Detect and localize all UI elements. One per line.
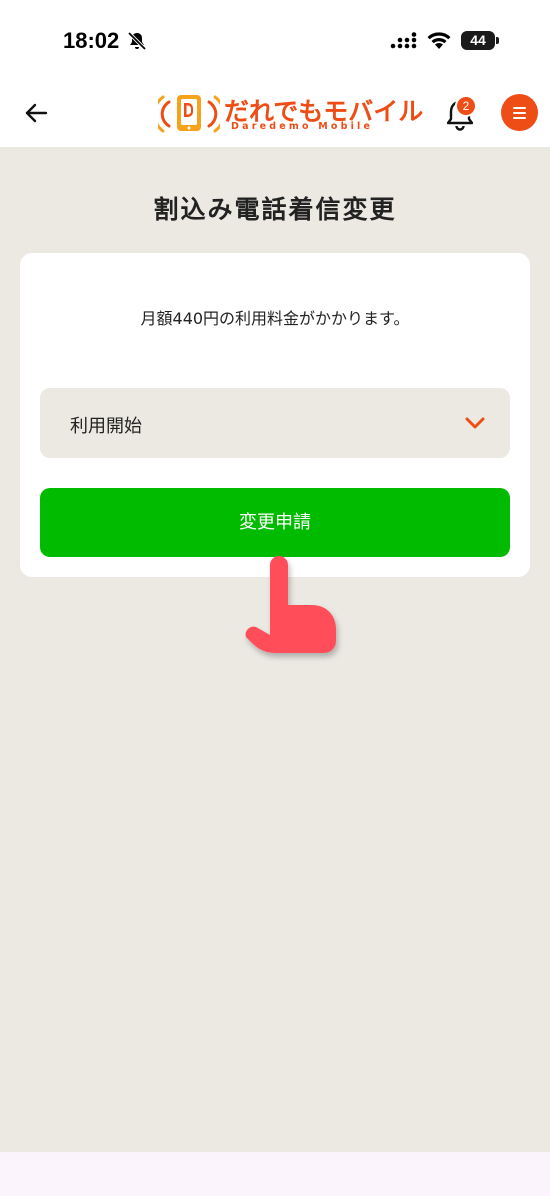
bottom-strip	[0, 1152, 550, 1196]
submit-change-button[interactable]: 変更申請	[40, 488, 510, 557]
logo-subtext: Daredemo Mobile	[231, 121, 374, 132]
settings-card: 月額440円の利用料金がかかります。 利用開始 変更申請	[20, 253, 530, 577]
chevron-down-icon	[465, 417, 485, 429]
brand-logo[interactable]: だれでもモバイル Daredemo Mobile	[158, 92, 423, 134]
status-bar: 18:02 44	[0, 0, 550, 80]
page-title: 割込み電話着信変更	[153, 195, 397, 224]
menu-button[interactable]	[501, 94, 538, 131]
back-button[interactable]	[20, 97, 52, 129]
pointing-hand-icon	[245, 556, 336, 653]
battery-indicator: 44	[461, 31, 495, 50]
signal-icon	[390, 32, 417, 49]
fee-note: 月額440円の利用料金がかかります。	[140, 309, 410, 328]
status-time: 18:02	[63, 28, 120, 53]
wifi-icon	[427, 32, 451, 49]
usage-select[interactable]: 利用開始	[40, 388, 510, 458]
select-value: 利用開始	[70, 416, 142, 437]
hamburger-icon	[513, 111, 526, 114]
notification-badge: 2	[455, 95, 477, 117]
hamburger-icon	[513, 106, 526, 109]
phone-logo-icon	[158, 95, 220, 133]
back-arrow-icon	[25, 103, 48, 123]
app-header: だれでもモバイル Daredemo Mobile 2	[0, 80, 550, 147]
battery-cap	[496, 37, 499, 44]
hamburger-icon	[513, 116, 526, 119]
mute-icon	[127, 31, 147, 51]
